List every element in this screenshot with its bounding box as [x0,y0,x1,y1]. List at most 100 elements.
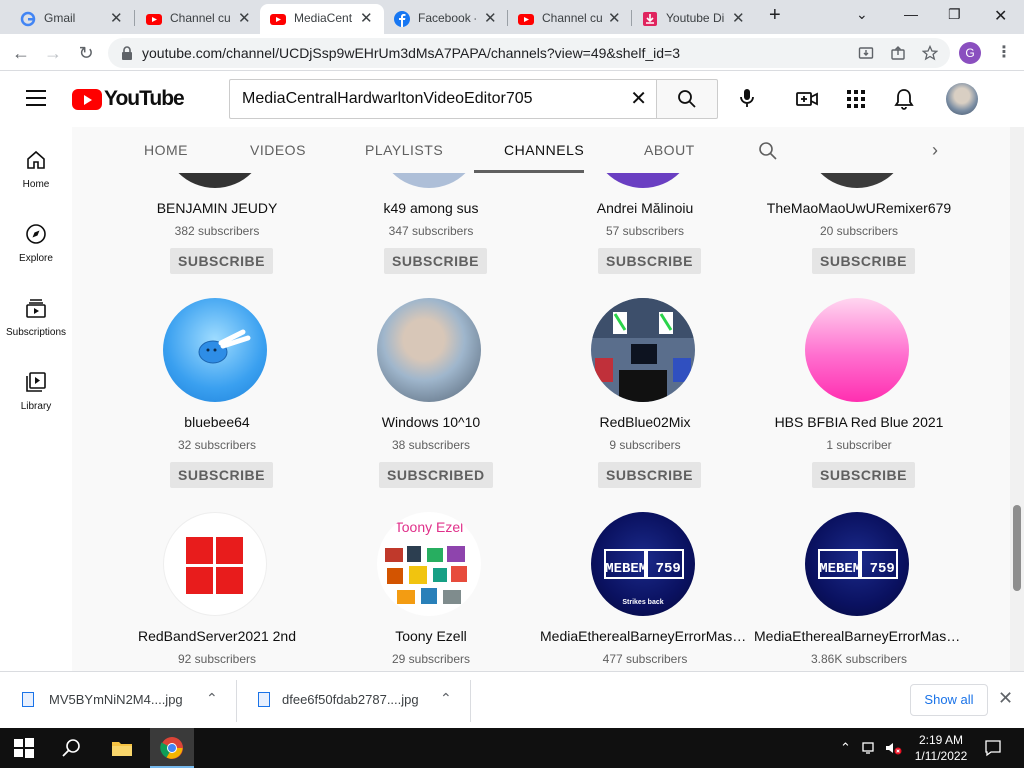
channel-name[interactable]: Windows 10^10 [324,414,538,430]
new-tab-button[interactable]: + [769,4,781,27]
download-item[interactable]: MV5BYmNiN2M4....jpg ⌃ [0,672,236,728]
notification-center-icon[interactable] [984,739,1002,757]
tab-playlists[interactable]: PLAYLISTS [365,142,443,158]
logo-wordmark: YouTube [104,87,185,110]
channel-name[interactable]: Andrei Mălinoiu [538,200,752,216]
subscribe-button[interactable]: SUBSCRIBE [598,248,701,274]
channel-avatar[interactable]: MEBEM 759 [805,512,909,616]
subscribe-button[interactable]: SUBSCRIBE [598,462,701,488]
close-icon[interactable]: ✕ [732,11,745,27]
browser-tab-active[interactable]: MediaCent ✕ [260,4,384,34]
browser-tab-gmail[interactable]: Gmail ✕ [0,4,135,34]
close-icon[interactable]: ✕ [238,11,251,27]
notifications-bell-icon[interactable] [893,88,915,110]
browser-tab-channel-1[interactable]: Channel cu ✕ [134,4,260,34]
close-icon[interactable]: ✕ [608,11,621,27]
clear-search-icon[interactable]: ✕ [630,89,647,109]
channel-name[interactable]: TheMaoMaoUwURemixer679 [752,200,966,216]
file-explorer-icon[interactable] [110,736,134,760]
reload-button[interactable]: ↻ [73,40,99,66]
sidebar-item-explore[interactable]: Explore [0,223,72,283]
channel-avatar[interactable] [377,298,481,402]
channel-card: MEBEM 759 MediaEtherealBarneyErrorMast… … [752,512,966,671]
tab-home[interactable]: HOME [144,142,188,158]
chevron-right-icon[interactable]: › [932,140,938,161]
channel-name[interactable]: HBS BFBIA Red Blue 2021 [752,414,966,430]
channel-avatar[interactable]: MEBEM 759 Strikes back [591,512,695,616]
subscribe-button[interactable]: SUBSCRIBE [170,462,273,488]
restore-button[interactable]: ❐ [948,6,961,23]
chevron-up-icon[interactable]: ⌃ [206,690,218,707]
close-icon[interactable]: ✕ [110,11,123,27]
tab-videos[interactable]: VIDEOS [250,142,306,158]
sidebar-item-subscriptions[interactable]: Subscriptions [0,297,72,357]
youtube-play-icon [72,88,102,110]
sidebar-item-home[interactable]: Home [0,149,72,209]
channel-name[interactable]: BENJAMIN JEUDY [110,200,324,216]
minimize-button[interactable]: — [904,6,918,22]
address-bar[interactable]: youtube.com/channel/UCDjSsp9wEHrUm3dMsA7… [108,38,950,68]
volume-muted-icon[interactable] [884,740,902,756]
profile-avatar[interactable]: G [959,42,981,64]
browser-tab-facebook[interactable]: Facebook - ✕ [384,4,508,34]
search-button[interactable] [656,79,718,119]
share-icon[interactable] [890,45,906,61]
browser-tab-channel-2[interactable]: Channel cu ✕ [508,4,632,34]
taskbar-clock[interactable]: 2:19 AM 1/11/2022 [906,732,976,764]
channel-name[interactable]: k49 among sus [324,200,538,216]
close-icon[interactable]: ✕ [998,688,1013,709]
avatar-text: MEBEM 759 [819,561,895,577]
subscribe-button[interactable]: SUBSCRIBE [812,248,915,274]
subscriber-count: 92 subscribers [177,652,257,666]
tab-about[interactable]: ABOUT [644,142,695,158]
taskbar-chrome-active[interactable] [150,728,194,768]
browser-menu-icon[interactable]: ⋮ [996,42,1012,62]
tab-channels[interactable]: CHANNELS [504,142,584,158]
page-scrollbar[interactable] [1010,127,1024,671]
subscribed-button[interactable]: SUBSCRIBED [379,462,493,488]
account-avatar[interactable] [946,83,978,115]
scrollbar-thumb[interactable] [1013,505,1021,591]
tab-label: Channel cu [170,11,231,25]
channel-avatar[interactable] [163,298,267,402]
subscribe-button[interactable]: SUBSCRIBE [384,248,487,274]
chevron-up-icon[interactable]: ⌃ [440,690,452,707]
youtube-logo[interactable]: YouTube [72,87,185,111]
channel-avatar[interactable] [591,298,695,402]
show-all-downloads-button[interactable]: Show all [910,684,988,716]
browser-tab-downloader[interactable]: Youtube Di ✕ [632,4,756,34]
apps-grid-icon[interactable] [845,88,867,110]
channel-name[interactable]: MediaEtherealBarneyErrorMast… [752,628,966,644]
windows-logo-icon [186,537,243,594]
forward-button[interactable]: → [40,40,66,66]
download-item[interactable]: dfee6f50fdab2787....jpg ⌃ [236,672,470,728]
channel-name[interactable]: RedBlue02Mix [538,414,752,430]
network-icon[interactable] [862,740,878,756]
channel-name[interactable]: MediaEtherealBarneyErrorMast… [538,628,752,644]
channel-search-icon[interactable] [758,141,778,161]
chrome-icon [160,737,183,759]
subscribe-button[interactable]: SUBSCRIBE [170,248,273,274]
back-button[interactable]: ← [8,40,34,66]
channel-avatar[interactable]: Toony Ezel [377,512,481,616]
chevron-up-icon[interactable]: ⌃ [840,740,851,756]
channel-avatar[interactable] [805,298,909,402]
windows-start-icon[interactable] [12,736,36,760]
close-icon[interactable]: ✕ [484,11,497,27]
channel-name[interactable]: RedBandServer2021 2nd [110,628,324,644]
tab-search-chevron-icon[interactable]: ⌄ [856,6,868,23]
sidebar-item-library[interactable]: Library [0,371,72,431]
window-close-button[interactable]: ✕ [994,6,1007,26]
channel-name[interactable]: Toony Ezell [324,628,538,644]
menu-icon[interactable] [26,90,46,106]
channel-name[interactable]: bluebee64 [110,414,324,430]
channel-avatar[interactable] [163,512,267,616]
bookmark-star-icon[interactable] [922,45,938,61]
create-video-icon[interactable] [796,88,818,110]
search-icon[interactable] [60,736,84,760]
close-icon[interactable]: ✕ [360,11,373,27]
search-input[interactable]: MediaCentralHardwarltonVideoEditor705 ✕ [229,79,657,119]
install-app-icon[interactable] [858,45,874,61]
microphone-icon[interactable] [736,87,758,109]
subscribe-button[interactable]: SUBSCRIBE [812,462,915,488]
